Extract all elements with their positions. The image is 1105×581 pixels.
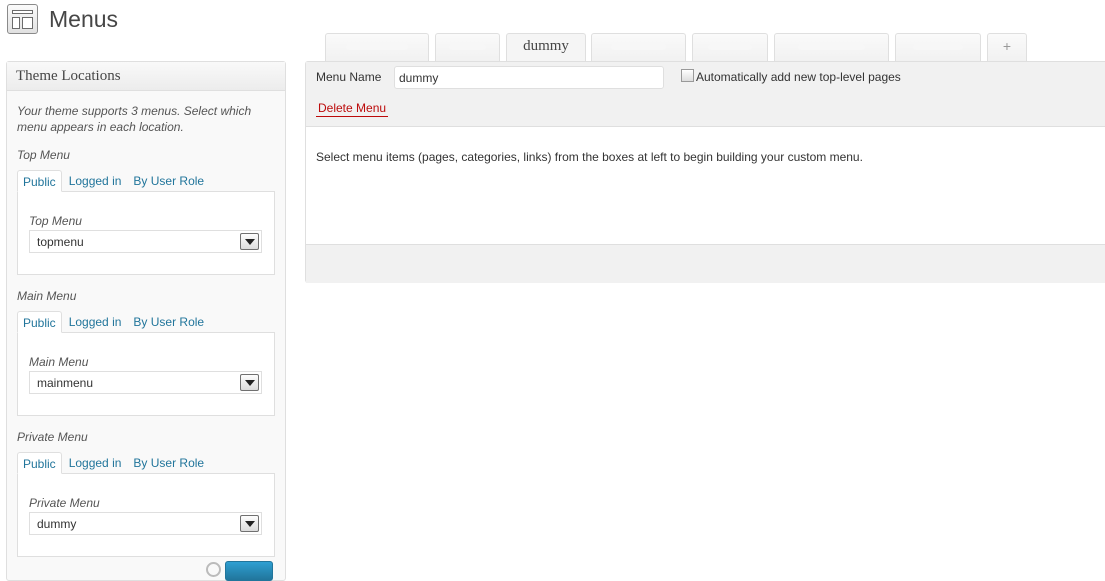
menu-instructions: Select menu items (pages, categories, li…: [316, 150, 863, 164]
tab-panel: Main Menu mainmenu: [17, 332, 275, 416]
location-main-menu: Main Menu Public Logged in By User Role …: [7, 289, 285, 416]
delete-menu-link[interactable]: Delete Menu: [316, 101, 389, 117]
chevron-down-icon[interactable]: [240, 233, 259, 250]
theme-locations-title: Theme Locations: [7, 62, 285, 91]
location-title: Top Menu: [17, 148, 70, 162]
select-value: topmenu: [37, 235, 84, 249]
menu-tab[interactable]: [435, 33, 500, 61]
tab-logged-in[interactable]: Logged in: [64, 452, 127, 474]
menu-editor: Menu Name dummy Automatically add new to…: [305, 61, 1105, 283]
save-locations-button[interactable]: [225, 561, 273, 581]
theme-locations-box: Theme Locations Your theme supports 3 me…: [6, 61, 286, 581]
panel-label: Main Menu: [29, 355, 89, 369]
tab-panel: Private Menu dummy: [17, 473, 275, 557]
menu-name-label: Menu Name: [316, 70, 382, 84]
menu-tab[interactable]: [325, 33, 429, 61]
menu-editor-body: Select menu items (pages, categories, li…: [306, 127, 1105, 244]
menus-icon: [7, 4, 38, 34]
menu-tab[interactable]: [692, 33, 768, 61]
menu-editor-footer: [306, 244, 1105, 283]
private-menu-select[interactable]: dummy: [29, 512, 262, 535]
menu-editor-header: Menu Name dummy Automatically add new to…: [306, 62, 1105, 127]
tab-by-user-role[interactable]: By User Role: [128, 170, 209, 192]
tab-by-user-role[interactable]: By User Role: [128, 311, 209, 333]
add-menu-tab[interactable]: +: [987, 33, 1027, 61]
page-title: Menus: [49, 5, 119, 32]
menu-tab-active[interactable]: dummy: [506, 33, 586, 62]
tab-public[interactable]: Public: [17, 452, 62, 474]
tab-logged-in[interactable]: Logged in: [64, 311, 127, 333]
chevron-down-icon[interactable]: [240, 374, 259, 391]
tab-panel: Top Menu topmenu: [17, 191, 275, 275]
sidebar-footer: [7, 558, 285, 581]
auto-add-label[interactable]: Automatically add new top-level pages: [696, 70, 901, 84]
main-menu-select[interactable]: mainmenu: [29, 371, 262, 394]
spinner-icon: [206, 562, 221, 577]
location-private-menu: Private Menu Public Logged in By User Ro…: [7, 430, 285, 557]
menu-tab[interactable]: [774, 33, 889, 61]
menu-tab[interactable]: [895, 33, 981, 61]
top-menu-select[interactable]: topmenu: [29, 230, 262, 253]
chevron-down-icon[interactable]: [240, 515, 259, 532]
theme-locations-intro: Your theme supports 3 menus. Select whic…: [17, 104, 252, 134]
menu-tab[interactable]: [591, 33, 686, 61]
tab-logged-in[interactable]: Logged in: [64, 170, 127, 192]
tab-public[interactable]: Public: [17, 170, 62, 192]
auto-add-checkbox[interactable]: [681, 69, 694, 82]
panel-label: Private Menu: [29, 496, 100, 510]
visibility-tabs: Public Logged in By User Role: [17, 452, 275, 474]
location-top-menu: Top Menu Public Logged in By User Role T…: [7, 148, 285, 275]
page-header: Menus: [7, 3, 118, 35]
visibility-tabs: Public Logged in By User Role: [17, 170, 275, 192]
location-title: Main Menu: [17, 289, 77, 303]
tab-public[interactable]: Public: [17, 311, 62, 333]
panel-label: Top Menu: [29, 214, 82, 228]
menu-name-input[interactable]: dummy: [394, 66, 664, 89]
select-value: mainmenu: [37, 376, 94, 390]
select-value: dummy: [37, 517, 77, 531]
visibility-tabs: Public Logged in By User Role: [17, 311, 275, 333]
location-title: Private Menu: [17, 430, 88, 444]
tab-by-user-role[interactable]: By User Role: [128, 452, 209, 474]
